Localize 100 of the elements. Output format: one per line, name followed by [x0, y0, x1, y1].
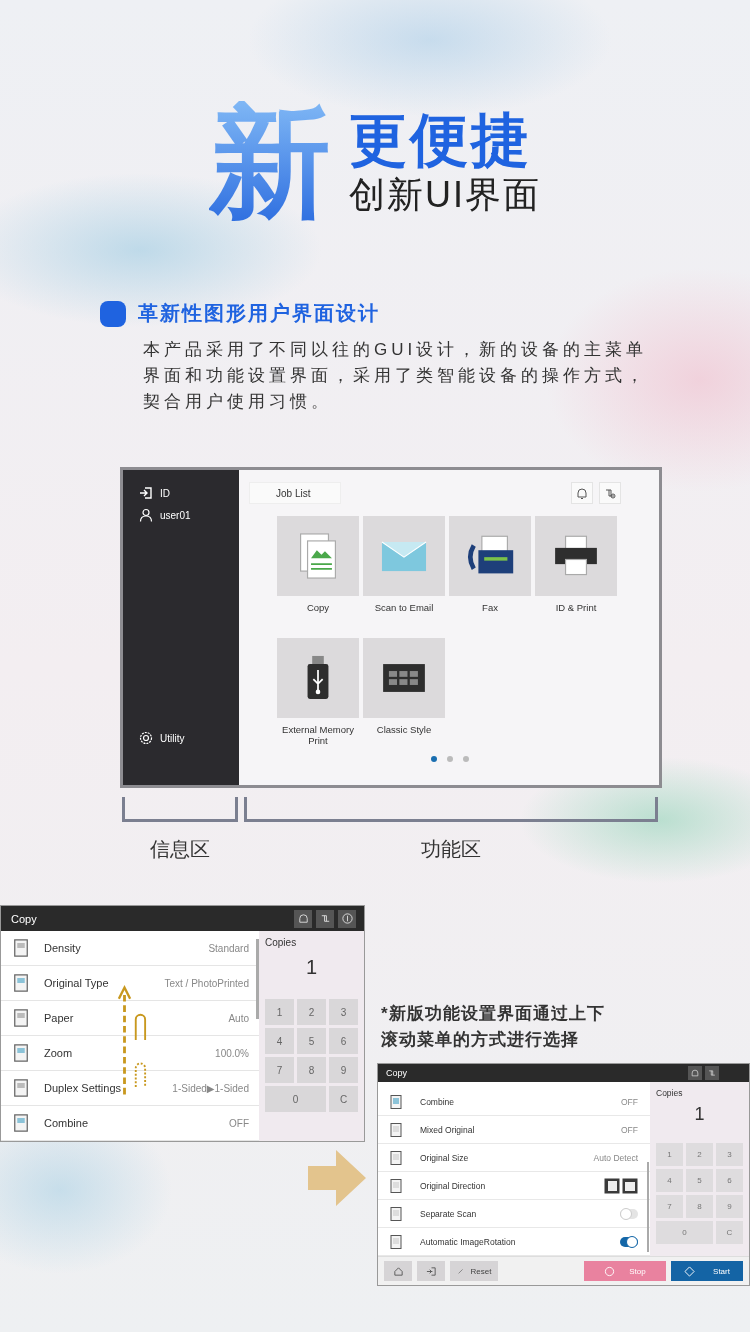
keypad-key[interactable]: 3 [716, 1143, 743, 1166]
hero-character: 新 [209, 101, 331, 223]
keypad-key[interactable]: 6 [716, 1169, 743, 1192]
stop-icon [604, 1265, 616, 1277]
direction-option-icon[interactable] [604, 1177, 620, 1194]
keypad-key[interactable]: 7 [265, 1057, 294, 1083]
setting-label: Automatic ImageRotation [420, 1236, 516, 1247]
zone-label: 信息区 [150, 837, 210, 862]
utility-label[interactable]: Utility [160, 732, 185, 744]
setting-label: Duplex Settings [44, 1082, 122, 1094]
copies-count: 1 [693, 1104, 706, 1125]
keypad-key[interactable]: 0 [656, 1221, 713, 1244]
setting-label: Combine [420, 1096, 455, 1107]
setting-icon [11, 1078, 31, 1098]
screen-title: Copy [11, 912, 37, 925]
setting-row[interactable]: Original Direction [378, 1172, 650, 1200]
setting-label: Paper [44, 1012, 74, 1024]
setting-row[interactable]: Combine OFF [378, 1088, 650, 1116]
keypad-key[interactable]: 7 [656, 1195, 683, 1218]
reset-button[interactable]: Reset [450, 1261, 498, 1281]
user-icon [139, 508, 153, 522]
app-tile[interactable] [277, 638, 359, 718]
keypad-key[interactable]: C [329, 1086, 358, 1112]
bell-icon[interactable] [294, 909, 312, 928]
app-tile[interactable] [449, 516, 531, 596]
copies-label: Copies [656, 1088, 684, 1098]
app-tile[interactable] [363, 516, 445, 596]
keypad-key[interactable]: 9 [716, 1195, 743, 1218]
setting-label: Density [44, 942, 81, 954]
page-dot[interactable] [463, 756, 469, 762]
app-tile[interactable] [363, 638, 445, 718]
app-label: External Memory Print [281, 724, 355, 746]
keypad-key[interactable]: 4 [656, 1169, 683, 1192]
app-tile[interactable] [535, 516, 617, 596]
login-icon [139, 486, 153, 500]
setting-value: OFF [621, 1124, 638, 1135]
setting-icon [388, 1093, 404, 1110]
setting-label: Combine [44, 1117, 89, 1129]
bell-icon[interactable] [688, 1066, 702, 1080]
direction-option-icon[interactable] [622, 1177, 638, 1194]
keypad-key[interactable]: 3 [329, 999, 358, 1025]
setting-icon [11, 973, 31, 993]
setting-value: Text / PhotoPrinted [164, 977, 249, 989]
setting-icon [388, 1149, 404, 1166]
keypad-key[interactable]: 5 [297, 1028, 326, 1054]
copies-count: 1 [304, 956, 319, 979]
app-label: Classic Style [375, 724, 433, 735]
bell-icon[interactable] [571, 482, 593, 504]
app-label: Fax [481, 602, 499, 613]
keypad-key[interactable]: 2 [686, 1143, 713, 1166]
setting-label: Separate Scan [420, 1208, 477, 1219]
keypad-key[interactable]: 1 [265, 999, 294, 1025]
section-title: 革新性图形用户界面设计 [138, 301, 380, 326]
app-tile[interactable] [277, 516, 359, 596]
setting-icon [11, 1043, 31, 1063]
keypad-key[interactable]: 6 [329, 1028, 358, 1054]
setting-icon [11, 938, 31, 958]
keypad-key[interactable]: 8 [686, 1195, 713, 1218]
pencil-icon [456, 1267, 465, 1275]
info-icon[interactable] [338, 909, 356, 928]
keypad-key[interactable]: 1 [656, 1143, 683, 1166]
logout-icon [425, 1265, 437, 1277]
keypad-key[interactable]: 0 [265, 1086, 326, 1112]
toggle-switch[interactable] [620, 1208, 638, 1219]
note-text: *新版功能设置界面通过上下滚动菜单的方式进行选择 [381, 1003, 606, 1051]
setting-icon [388, 1121, 404, 1138]
job-list-tab[interactable]: Job List [249, 482, 341, 504]
keypad-key[interactable]: 4 [265, 1028, 294, 1054]
setting-label: Original Size [420, 1152, 469, 1163]
setting-value: Auto [228, 1012, 249, 1024]
copies-label: Copies [265, 937, 298, 948]
keypad-key[interactable]: C [716, 1221, 743, 1244]
setting-label: Original Direction [420, 1180, 486, 1191]
app-label: ID & Print [554, 602, 598, 613]
keypad-key[interactable]: 2 [297, 999, 326, 1025]
setting-icon [11, 1008, 31, 1028]
bullet-icon [100, 300, 126, 327]
toggle-switch[interactable] [620, 1236, 638, 1247]
keypad-key[interactable]: 8 [297, 1057, 326, 1083]
login-label[interactable]: ID [160, 487, 170, 499]
arrow-icon [308, 1150, 366, 1206]
zone-label: 功能区 [421, 837, 481, 862]
setting-value: 1-Sided▶1-Sided [172, 1082, 249, 1094]
setting-label: Zoom [44, 1047, 73, 1059]
home-button[interactable] [384, 1261, 412, 1281]
keypad-key[interactable]: 9 [329, 1057, 358, 1083]
keypad-key[interactable]: 5 [686, 1169, 713, 1192]
app-label: Copy [305, 602, 331, 613]
setting-icon [388, 1233, 404, 1250]
page-dot[interactable] [447, 756, 453, 762]
setting-row[interactable]: Mixed Original OFF [378, 1116, 650, 1144]
page-dot[interactable] [431, 756, 437, 762]
setting-value: OFF [621, 1096, 638, 1107]
setting-value: 100.0% [215, 1047, 249, 1059]
screen-title: Copy [386, 1068, 407, 1078]
start-button[interactable]: Start [671, 1261, 743, 1281]
hero-tagline: 更便捷 [349, 109, 533, 171]
app-label: Scan to Email [373, 602, 435, 613]
stop-button[interactable]: Stop [584, 1261, 666, 1281]
logout-button[interactable] [417, 1261, 445, 1281]
